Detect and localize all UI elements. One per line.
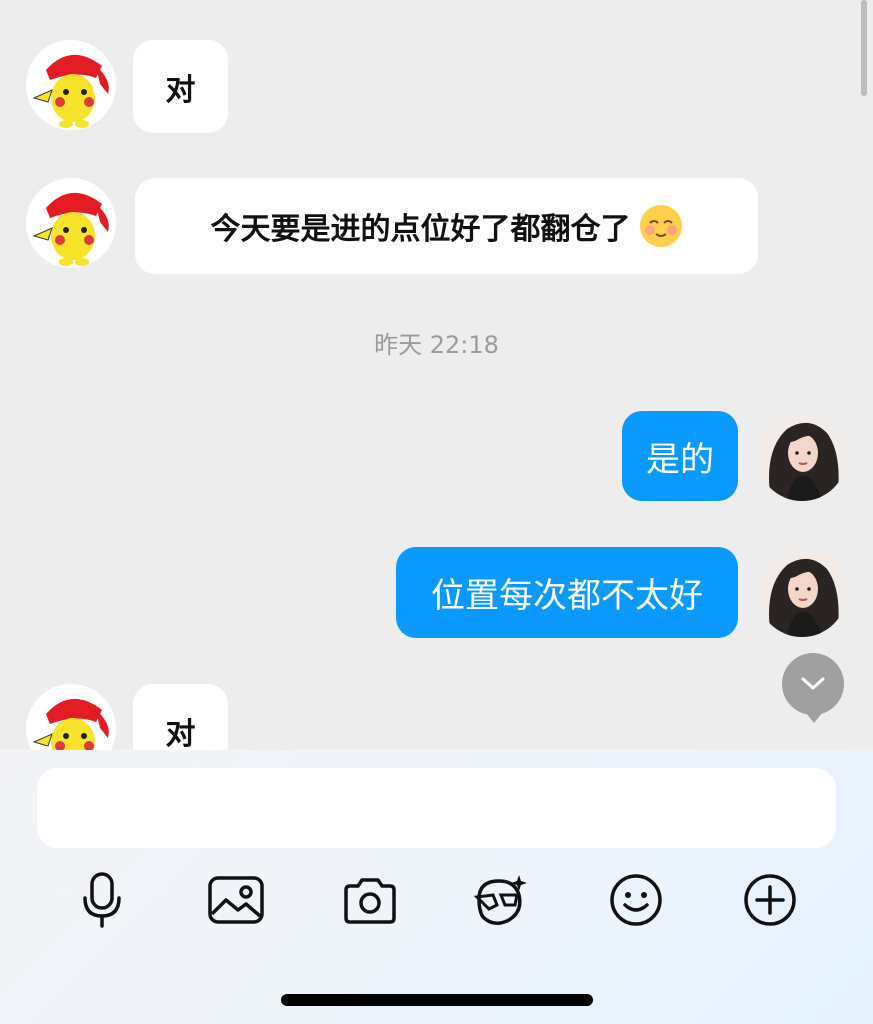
incoming-message-bubble[interactable]: 对 bbox=[133, 684, 228, 750]
incoming-message-bubble[interactable]: 对 bbox=[133, 40, 228, 133]
outgoing-message-bubble[interactable]: 位置每次都不太好 bbox=[396, 547, 738, 638]
scrollbar[interactable] bbox=[861, 0, 867, 96]
contact-avatar[interactable] bbox=[26, 40, 116, 130]
girl-avatar-icon bbox=[757, 411, 847, 501]
message-timestamp: 昨天 22:18 bbox=[374, 331, 499, 359]
emoji-icon[interactable] bbox=[606, 870, 666, 930]
contact-avatar[interactable] bbox=[26, 684, 116, 750]
my-avatar[interactable] bbox=[757, 547, 847, 637]
my-avatar[interactable] bbox=[757, 411, 847, 501]
message-text: 是的 bbox=[646, 439, 714, 480]
smiling-emoji-icon bbox=[639, 205, 682, 247]
sticker-icon[interactable] bbox=[470, 870, 530, 930]
incoming-message-bubble[interactable]: 今天要是进的点位好了都翻仓了 bbox=[135, 178, 758, 274]
home-indicator[interactable] bbox=[281, 994, 593, 1006]
message-input[interactable] bbox=[37, 768, 836, 848]
message-text: 今天要是进的点位好了都翻仓了 bbox=[210, 212, 631, 247]
message-text: 对 bbox=[165, 716, 196, 751]
message-text: 位置每次都不太好 bbox=[431, 576, 703, 616]
composer-panel bbox=[0, 750, 873, 1024]
girl-avatar-icon bbox=[757, 547, 847, 637]
pikachu-avatar-icon bbox=[26, 40, 116, 130]
microphone-icon[interactable] bbox=[72, 870, 132, 930]
chat-area[interactable]: 对 今天要是进的点位好了都翻仓了 昨天 22:18 是的 位置每次都不太好 对 bbox=[0, 0, 873, 750]
contact-avatar[interactable] bbox=[26, 178, 116, 268]
pikachu-avatar-icon bbox=[26, 684, 116, 750]
camera-icon[interactable] bbox=[340, 870, 400, 930]
image-icon[interactable] bbox=[206, 870, 266, 930]
message-text: 对 bbox=[165, 72, 196, 108]
scroll-to-bottom-button[interactable] bbox=[782, 653, 844, 723]
pikachu-avatar-icon bbox=[26, 178, 116, 268]
chevron-down-icon bbox=[801, 677, 825, 690]
outgoing-message-bubble[interactable]: 是的 bbox=[622, 411, 738, 501]
plus-icon[interactable] bbox=[740, 870, 800, 930]
